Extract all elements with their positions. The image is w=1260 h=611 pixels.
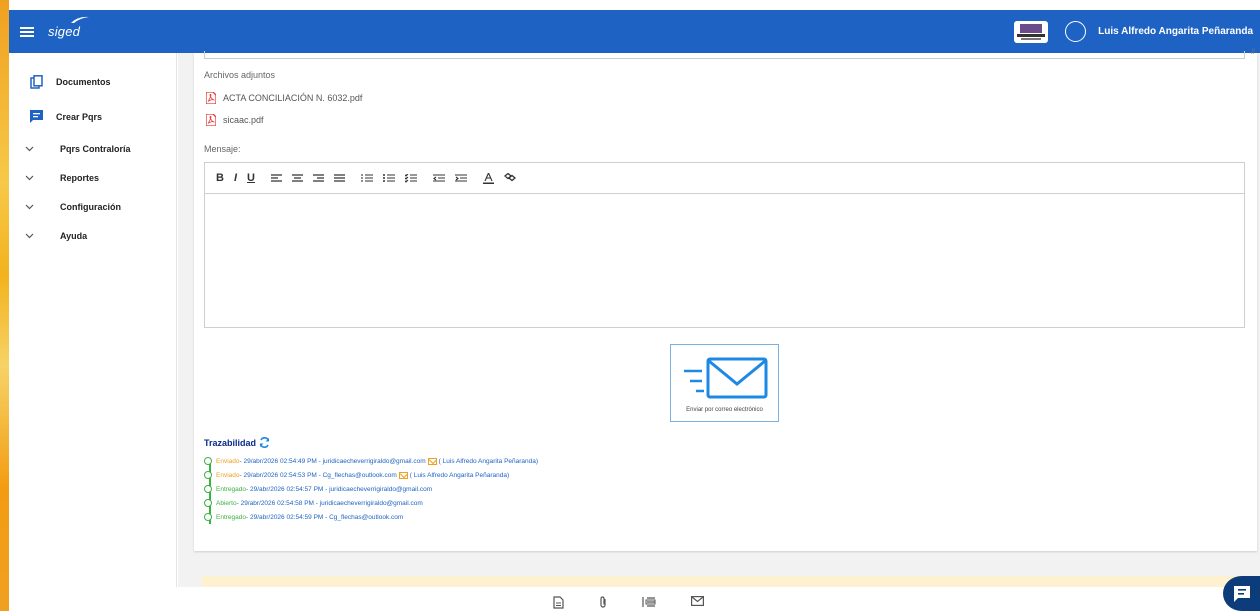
timeline-dot: [204, 513, 212, 521]
background-flame: [0, 0, 9, 611]
main-content: // Archivos adjuntos ACTA CONCILIACIÓN N…: [178, 49, 1260, 611]
resize-handle-icon[interactable]: //: [1251, 49, 1255, 56]
sidebar-item-label: Configuración: [60, 202, 121, 212]
attachment-item[interactable]: ACTA CONCILIACIÓN N. 6032.pdf: [206, 92, 362, 104]
brand-name: siged: [48, 24, 81, 39]
outdent-icon[interactable]: [432, 173, 445, 183]
mail-icon: [427, 457, 437, 465]
attachment-name: ACTA CONCILIACIÓN N. 6032.pdf: [223, 93, 363, 103]
timeline-event: Entregado - 29/abr/2026 02:54:59 PM - Cg…: [204, 513, 403, 521]
underline-button[interactable]: U: [247, 172, 255, 184]
bullet-list-icon[interactable]: [382, 173, 395, 183]
top-strip: [9, 0, 1260, 10]
timeline-dot: [204, 499, 212, 507]
traceability-title-text: Trazabilidad: [204, 437, 257, 448]
indent-icon[interactable]: [454, 173, 467, 183]
link-icon[interactable]: [503, 173, 516, 183]
chevron-down-icon: [25, 173, 34, 183]
timeline-event: Abierto - 29/abr/2026 02:54:58 PM - juri…: [204, 499, 423, 507]
checklist-icon[interactable]: [404, 173, 417, 183]
event-detail: - 29/abr/2026 02:54:59 PM - Cg_flechas@o…: [246, 513, 404, 521]
timeline-dot: [204, 471, 212, 479]
email-card: // Archivos adjuntos ACTA CONCILIACIÓN N…: [194, 49, 1257, 551]
align-right-icon[interactable]: [312, 173, 324, 183]
event-status: Entregado: [216, 485, 246, 493]
top-app-bar: siged Luis Alfredo Angarita Peñaranda: [9, 10, 1260, 53]
send-email-label: Enviar por correo electrónico: [686, 407, 763, 413]
chevron-down-icon: [25, 231, 34, 241]
sidebar-item-label: Pqrs Contraloría: [60, 144, 131, 154]
timeline-event: Entregado - 29/abr/2026 02:54:57 PM - ju…: [204, 485, 432, 493]
event-status: Enviado: [216, 471, 240, 479]
attachments-label: Archivos adjuntos: [204, 70, 276, 80]
ordered-list-icon[interactable]: [361, 173, 373, 183]
align-left-icon[interactable]: [270, 173, 282, 183]
sidebar-item-label: Documentos: [56, 77, 111, 87]
mail-icon: [398, 471, 408, 479]
event-status: Entregado: [216, 513, 246, 521]
align-center-icon[interactable]: [291, 173, 303, 183]
pdf-icon: [206, 92, 216, 104]
timeline-event: Enviado - 29/abr/2026 02:54:53 PM - Cg_f…: [204, 471, 509, 479]
event-author: ( Luis Alfredo Angarita Peñaranda): [438, 457, 539, 465]
bottom-toolbar: [9, 587, 1260, 611]
editor-toolbar: B I U: [205, 163, 1244, 194]
list-icon[interactable]: [642, 596, 656, 608]
attachment-name: sicaac.pdf: [223, 115, 264, 125]
send-mail-icon: [684, 357, 768, 399]
refresh-icon[interactable]: [259, 437, 270, 448]
sidebar-item-pqrs-contraloria[interactable]: Pqrs Contraloría: [25, 144, 131, 154]
align-justify-icon[interactable]: [333, 173, 345, 183]
sidebar-item-ayuda[interactable]: Ayuda: [25, 231, 87, 241]
sidebar-item-crear-pqrs[interactable]: Crear Pqrs: [29, 110, 102, 123]
message-body-input[interactable]: [205, 194, 1244, 328]
event-status: Enviado: [216, 457, 240, 465]
timeline-event: Enviado - 29/abr/2026 02:54:49 PM - juri…: [204, 457, 538, 465]
hamburger-menu-icon[interactable]: [20, 26, 34, 37]
bold-button[interactable]: B: [216, 172, 224, 184]
event-detail: - 29/abr/2026 02:54:49 PM - juridicaeche…: [239, 457, 426, 465]
document-icon[interactable]: [553, 596, 564, 609]
pdf-icon: [206, 114, 216, 126]
message-editor: B I U: [204, 162, 1245, 328]
event-status: Abierto: [216, 499, 237, 507]
chevron-down-icon: [25, 202, 34, 212]
sidebar-item-label: Ayuda: [60, 231, 88, 241]
event-author: ( Luis Alfredo Angarita Peñaranda): [409, 471, 510, 479]
text-color-icon[interactable]: [482, 172, 494, 184]
chat-bubble-icon: [1233, 585, 1250, 602]
timeline-dot: [204, 457, 212, 465]
chat-support-button[interactable]: [1223, 576, 1260, 611]
event-detail: - 29/abr/2026 02:54:53 PM - Cg_flechas@o…: [239, 471, 397, 479]
brand-swoosh-icon: [71, 16, 89, 23]
mail-icon[interactable]: [691, 596, 704, 606]
event-detail: - 29/abr/2026 02:54:57 PM - juridicaeche…: [246, 485, 433, 493]
sidebar-item-label: Crear Pqrs: [56, 111, 103, 122]
timeline-dot: [204, 485, 212, 493]
message-label: Mensaje:: [204, 144, 241, 154]
sidebar-item-reportes[interactable]: Reportes: [25, 173, 99, 183]
organization-logo: [1014, 20, 1049, 43]
attachment-item[interactable]: sicaac.pdf: [206, 114, 264, 126]
chevron-down-icon: [25, 144, 34, 154]
event-detail: - 29/abr/2026 02:54:58 PM - juridicaeche…: [236, 499, 423, 507]
documents-icon: [29, 75, 43, 89]
chat-icon: [29, 110, 43, 123]
subject-textarea[interactable]: [204, 51, 1245, 59]
attachment-icon[interactable]: [599, 596, 607, 609]
user-avatar[interactable]: [1065, 21, 1087, 42]
traceability-title: Trazabilidad: [204, 437, 270, 448]
sidebar: Documentos Crear Pqrs Pqrs Contraloría R…: [9, 53, 177, 611]
brand-logo[interactable]: siged: [48, 16, 89, 39]
sidebar-item-label: Reportes: [60, 173, 100, 183]
sidebar-item-configuracion[interactable]: Configuración: [25, 202, 121, 212]
send-email-button[interactable]: Enviar por correo electrónico: [670, 344, 779, 422]
sidebar-item-documentos[interactable]: Documentos: [29, 75, 111, 89]
user-name[interactable]: Luis Alfredo Angarita Peñaranda: [1098, 26, 1253, 37]
italic-button[interactable]: I: [234, 172, 237, 184]
